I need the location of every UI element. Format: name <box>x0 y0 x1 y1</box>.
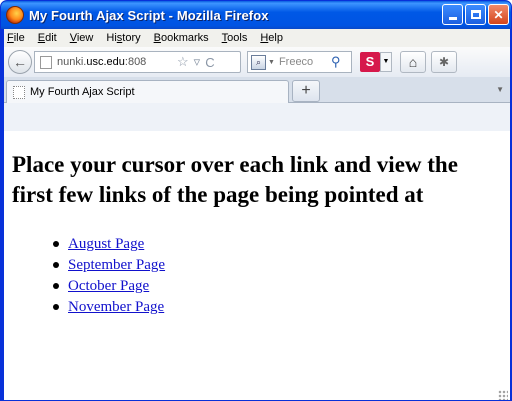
list-item: September Page <box>53 255 502 276</box>
browser-window: My Fourth Ajax Script - Mozilla Firefox … <box>0 0 512 401</box>
tab-bar: My Fourth Ajax Script + ▼ <box>4 77 510 103</box>
link-august-page[interactable]: August Page <box>68 236 144 252</box>
list-item: October Page <box>53 276 502 297</box>
minimize-icon <box>448 17 457 20</box>
link-september-page[interactable]: September Page <box>68 257 165 273</box>
url-bar-icons: ☆ ▿ C <box>177 54 215 70</box>
close-icon: ✕ <box>493 7 504 22</box>
resize-grip[interactable] <box>498 390 508 400</box>
page-content: Place your cursor over each link and vie… <box>4 131 510 400</box>
page-heading: Place your cursor over each link and vie… <box>12 152 458 207</box>
url-text: nunki.usc.edu:808 <box>57 56 147 68</box>
menu-history[interactable]: History <box>106 32 140 44</box>
browser-chrome: File Edit View History Bookmarks Tools Help ← … <box>4 29 510 400</box>
close-button[interactable]: ✕ <box>488 4 509 25</box>
menu-view[interactable]: View <box>70 32 94 44</box>
firefox-logo-icon <box>6 6 24 24</box>
title-bar[interactable]: My Fourth Ajax Script - Mozilla Firefox … <box>1 1 511 29</box>
navigation-toolbar: ← nunki.usc.edu:808 ☆ ▿ C ⌕ ▼ Freeco ⚲ S… <box>4 47 510 77</box>
puzzle-icon: ✱ <box>438 55 450 69</box>
minimize-button[interactable] <box>442 4 463 25</box>
addon-dropdown-button[interactable]: ▼ <box>380 52 392 72</box>
list-item: November Page <box>53 297 502 318</box>
menu-bar: File Edit View History Bookmarks Tools Help <box>4 29 510 47</box>
url-bar[interactable]: nunki.usc.edu:808 ☆ ▿ C <box>34 51 241 73</box>
tab-label: My Fourth Ajax Script <box>30 86 135 98</box>
window-controls: ✕ <box>442 4 509 25</box>
menu-bookmarks[interactable]: Bookmarks <box>154 32 209 44</box>
link-list: August Page September Page October Page … <box>53 234 502 318</box>
search-magnifier-icon[interactable]: ⚲ <box>331 54 341 70</box>
menu-file[interactable]: File <box>7 32 25 44</box>
window-title: My Fourth Ajax Script - Mozilla Firefox <box>29 7 269 23</box>
link-november-page[interactable]: November Page <box>68 299 164 315</box>
addon-s-button[interactable]: S <box>360 52 380 72</box>
maximize-button[interactable] <box>465 4 486 25</box>
tab-list-dropdown-icon[interactable]: ▼ <box>496 85 504 94</box>
search-input[interactable]: Freeco <box>279 56 329 68</box>
home-icon: ⌂ <box>408 54 418 70</box>
list-item: August Page <box>53 234 502 255</box>
menu-tools[interactable]: Tools <box>222 32 248 44</box>
home-button[interactable]: ⌂ <box>400 51 426 73</box>
bookmark-star-icon[interactable]: ☆ <box>177 54 189 70</box>
reload-icon[interactable]: C <box>205 55 214 70</box>
page-favicon-icon <box>13 85 25 99</box>
history-dropdown-icon[interactable]: ▿ <box>194 54 201 70</box>
plus-icon: + <box>301 82 311 99</box>
back-button[interactable]: ← <box>8 50 32 74</box>
link-october-page[interactable]: October Page <box>68 278 149 294</box>
tab-my-fourth-ajax-script[interactable]: My Fourth Ajax Script <box>6 80 289 103</box>
menu-help[interactable]: Help <box>260 32 283 44</box>
menu-edit[interactable]: Edit <box>38 32 57 44</box>
new-tab-button[interactable]: + <box>292 80 320 102</box>
maximize-icon <box>470 10 481 19</box>
search-engine-dropdown-icon: ▼ <box>268 58 275 66</box>
search-bar[interactable]: ⌕ ▼ Freeco ⚲ <box>247 51 352 73</box>
back-arrow-icon: ← <box>13 54 27 70</box>
addon-puzzle-button[interactable]: ✱ <box>431 51 457 73</box>
search-engine-icon[interactable]: ⌕ <box>251 54 266 70</box>
site-identity-icon[interactable] <box>40 55 52 69</box>
